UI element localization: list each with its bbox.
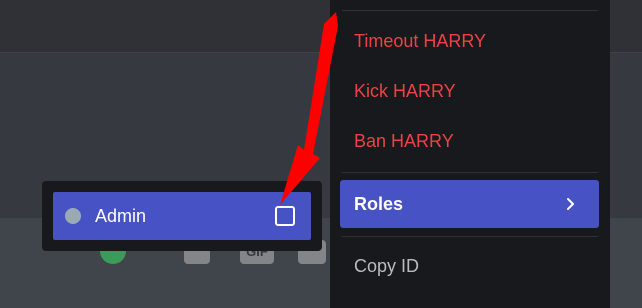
menu-separator bbox=[342, 10, 598, 11]
menu-item-roles[interactable]: Roles bbox=[340, 180, 599, 228]
menu-item-roles-label: Roles bbox=[354, 194, 404, 214]
menu-item-kick[interactable]: Kick HARRY bbox=[340, 67, 599, 115]
role-color-dot bbox=[65, 208, 81, 224]
role-item-admin[interactable]: Admin bbox=[53, 192, 311, 240]
menu-separator bbox=[342, 236, 598, 237]
menu-item-timeout[interactable]: Timeout HARRY bbox=[340, 17, 599, 65]
menu-separator bbox=[342, 172, 598, 173]
role-checkbox[interactable] bbox=[275, 206, 295, 226]
role-label: Admin bbox=[95, 206, 147, 226]
menu-item-copy-id[interactable]: Copy ID bbox=[340, 242, 599, 290]
menu-item-ban[interactable]: Ban HARRY bbox=[340, 117, 599, 165]
role-popout: Admin bbox=[42, 181, 322, 251]
app-window: GIF Admin Timeout HARRY Kick HARRY Ban H… bbox=[0, 0, 642, 308]
user-context-menu: Timeout HARRY Kick HARRY Ban HARRY Roles… bbox=[330, 0, 610, 308]
chevron-right-icon bbox=[567, 198, 574, 210]
